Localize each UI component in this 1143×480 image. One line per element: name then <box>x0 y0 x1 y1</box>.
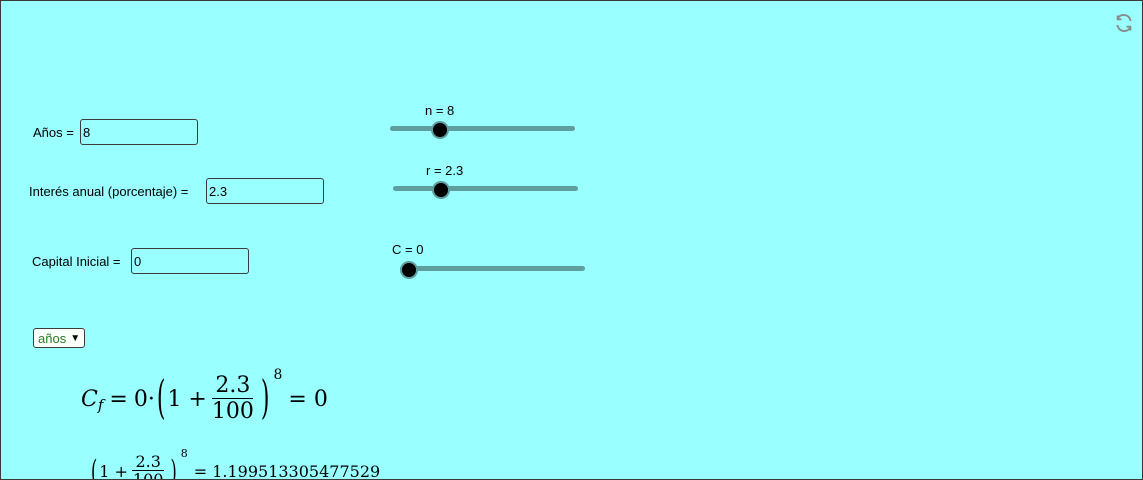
factor-fraction: 2.3 100 <box>130 452 167 480</box>
right-paren: ) <box>170 452 177 480</box>
formula-lhs-symbol: C <box>81 386 98 412</box>
factor-denominator: 100 <box>132 470 164 480</box>
slider-r-handle[interactable] <box>431 181 450 199</box>
formula-equals: = <box>109 386 128 412</box>
capital-input[interactable] <box>131 248 249 274</box>
slider-c[interactable] <box>400 259 585 279</box>
final-capital-formula: Cf = 0· ( 1 + 2.3 100 ) 8 = 0 <box>81 364 328 434</box>
rate-fraction: 2.3 100 <box>209 373 257 424</box>
formula-exponent: 8 <box>273 367 283 383</box>
formula-lhs-subscript: f <box>97 396 104 414</box>
slider-r-track <box>393 186 578 191</box>
formula-capital: 0· <box>133 386 155 412</box>
unit-dropdown[interactable]: años ▼ <box>33 328 86 348</box>
left-paren: ( <box>91 452 98 480</box>
factor-result: = 1.199513305477529 <box>193 461 381 480</box>
slider-c-label: C = 0 <box>392 242 424 257</box>
slider-r-label: r = 2.3 <box>426 163 464 178</box>
applet-canvas: Años = Interés anual (porcentaje) = Capi… <box>0 0 1143 480</box>
years-label: Años = <box>33 125 74 140</box>
slider-n-handle[interactable] <box>430 121 449 139</box>
years-input[interactable] <box>80 119 198 145</box>
rate-label: Interés anual (porcentaje) = <box>29 184 189 199</box>
refresh-icon[interactable] <box>1113 12 1135 34</box>
capital-label: Capital Inicial = <box>32 254 121 269</box>
slider-n-label: n = 8 <box>425 103 455 118</box>
chevron-down-icon: ▼ <box>70 332 81 344</box>
factor-exponent: 8 <box>180 446 188 460</box>
fraction-numerator: 2.3 <box>212 373 254 399</box>
formula-one: 1 + <box>167 386 207 412</box>
slider-n-track <box>390 126 575 131</box>
right-paren: ) <box>260 372 270 426</box>
slider-n[interactable] <box>390 119 575 139</box>
slider-c-handle[interactable] <box>400 261 418 279</box>
formula-result: = 0 <box>288 386 328 412</box>
left-paren: ( <box>156 372 166 426</box>
unit-dropdown-value: años <box>38 330 67 346</box>
slider-r[interactable] <box>393 179 578 199</box>
rate-input[interactable] <box>206 178 324 204</box>
slider-c-track <box>400 266 585 271</box>
fraction-denominator: 100 <box>211 398 254 424</box>
factor-numerator: 2.3 <box>132 452 164 472</box>
growth-factor-formula: ( 1 + 2.3 100 ) 8 = 1.199513305477529 <box>89 446 381 480</box>
factor-one: 1 + <box>99 461 128 480</box>
